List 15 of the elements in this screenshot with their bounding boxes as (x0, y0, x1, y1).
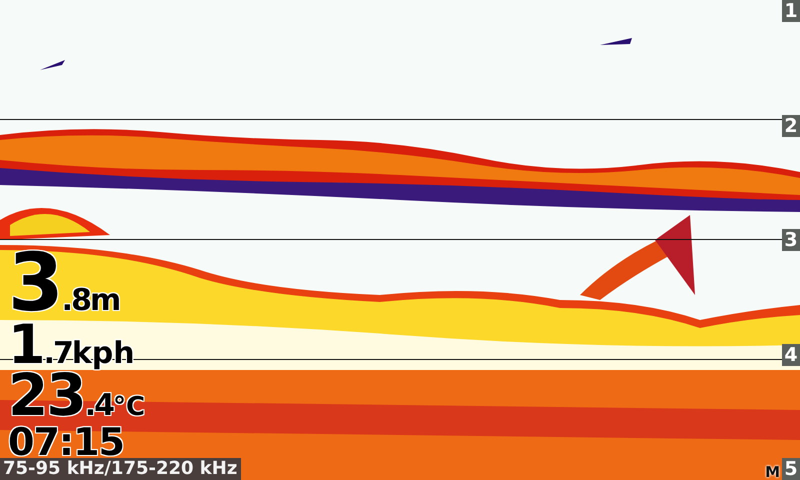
depth-scale-label: 2 (782, 114, 800, 136)
depth-scale-label: 4 (782, 344, 800, 366)
depth-scale-label: 5 (782, 458, 800, 480)
temperature-value: 23 (8, 369, 85, 423)
speed-value: 1 (8, 320, 44, 370)
temperature-unit: °C (113, 396, 146, 420)
depth-decimal: .8 (62, 287, 90, 315)
depth-unit-label: M (765, 464, 780, 480)
time-readout: 07:15 (8, 422, 124, 461)
frequency-label: 75-95 kHz/175-220 kHz (0, 458, 242, 480)
depth-scale-label: 1 (782, 0, 800, 22)
temperature-decimal: .4 (84, 392, 113, 420)
depth-value: 3 (8, 246, 62, 320)
depth-unit: m (90, 287, 122, 315)
depth-scale-label: 3 (782, 229, 800, 251)
